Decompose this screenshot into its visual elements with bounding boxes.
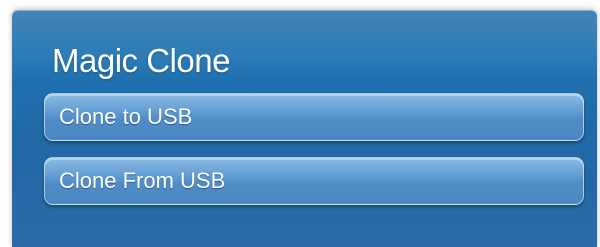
- menu-title: Magic Clone: [52, 42, 230, 79]
- clone-from-usb-button[interactable]: Clone From USB: [44, 157, 584, 205]
- clone-to-usb-button[interactable]: Clone to USB: [44, 93, 584, 141]
- clone-to-usb-label: Clone to USB: [59, 104, 193, 129]
- clone-from-usb-label: Clone From USB: [59, 168, 226, 193]
- magic-clone-menu-panel: Magic Clone Clone to USB Clone From USB: [12, 10, 597, 247]
